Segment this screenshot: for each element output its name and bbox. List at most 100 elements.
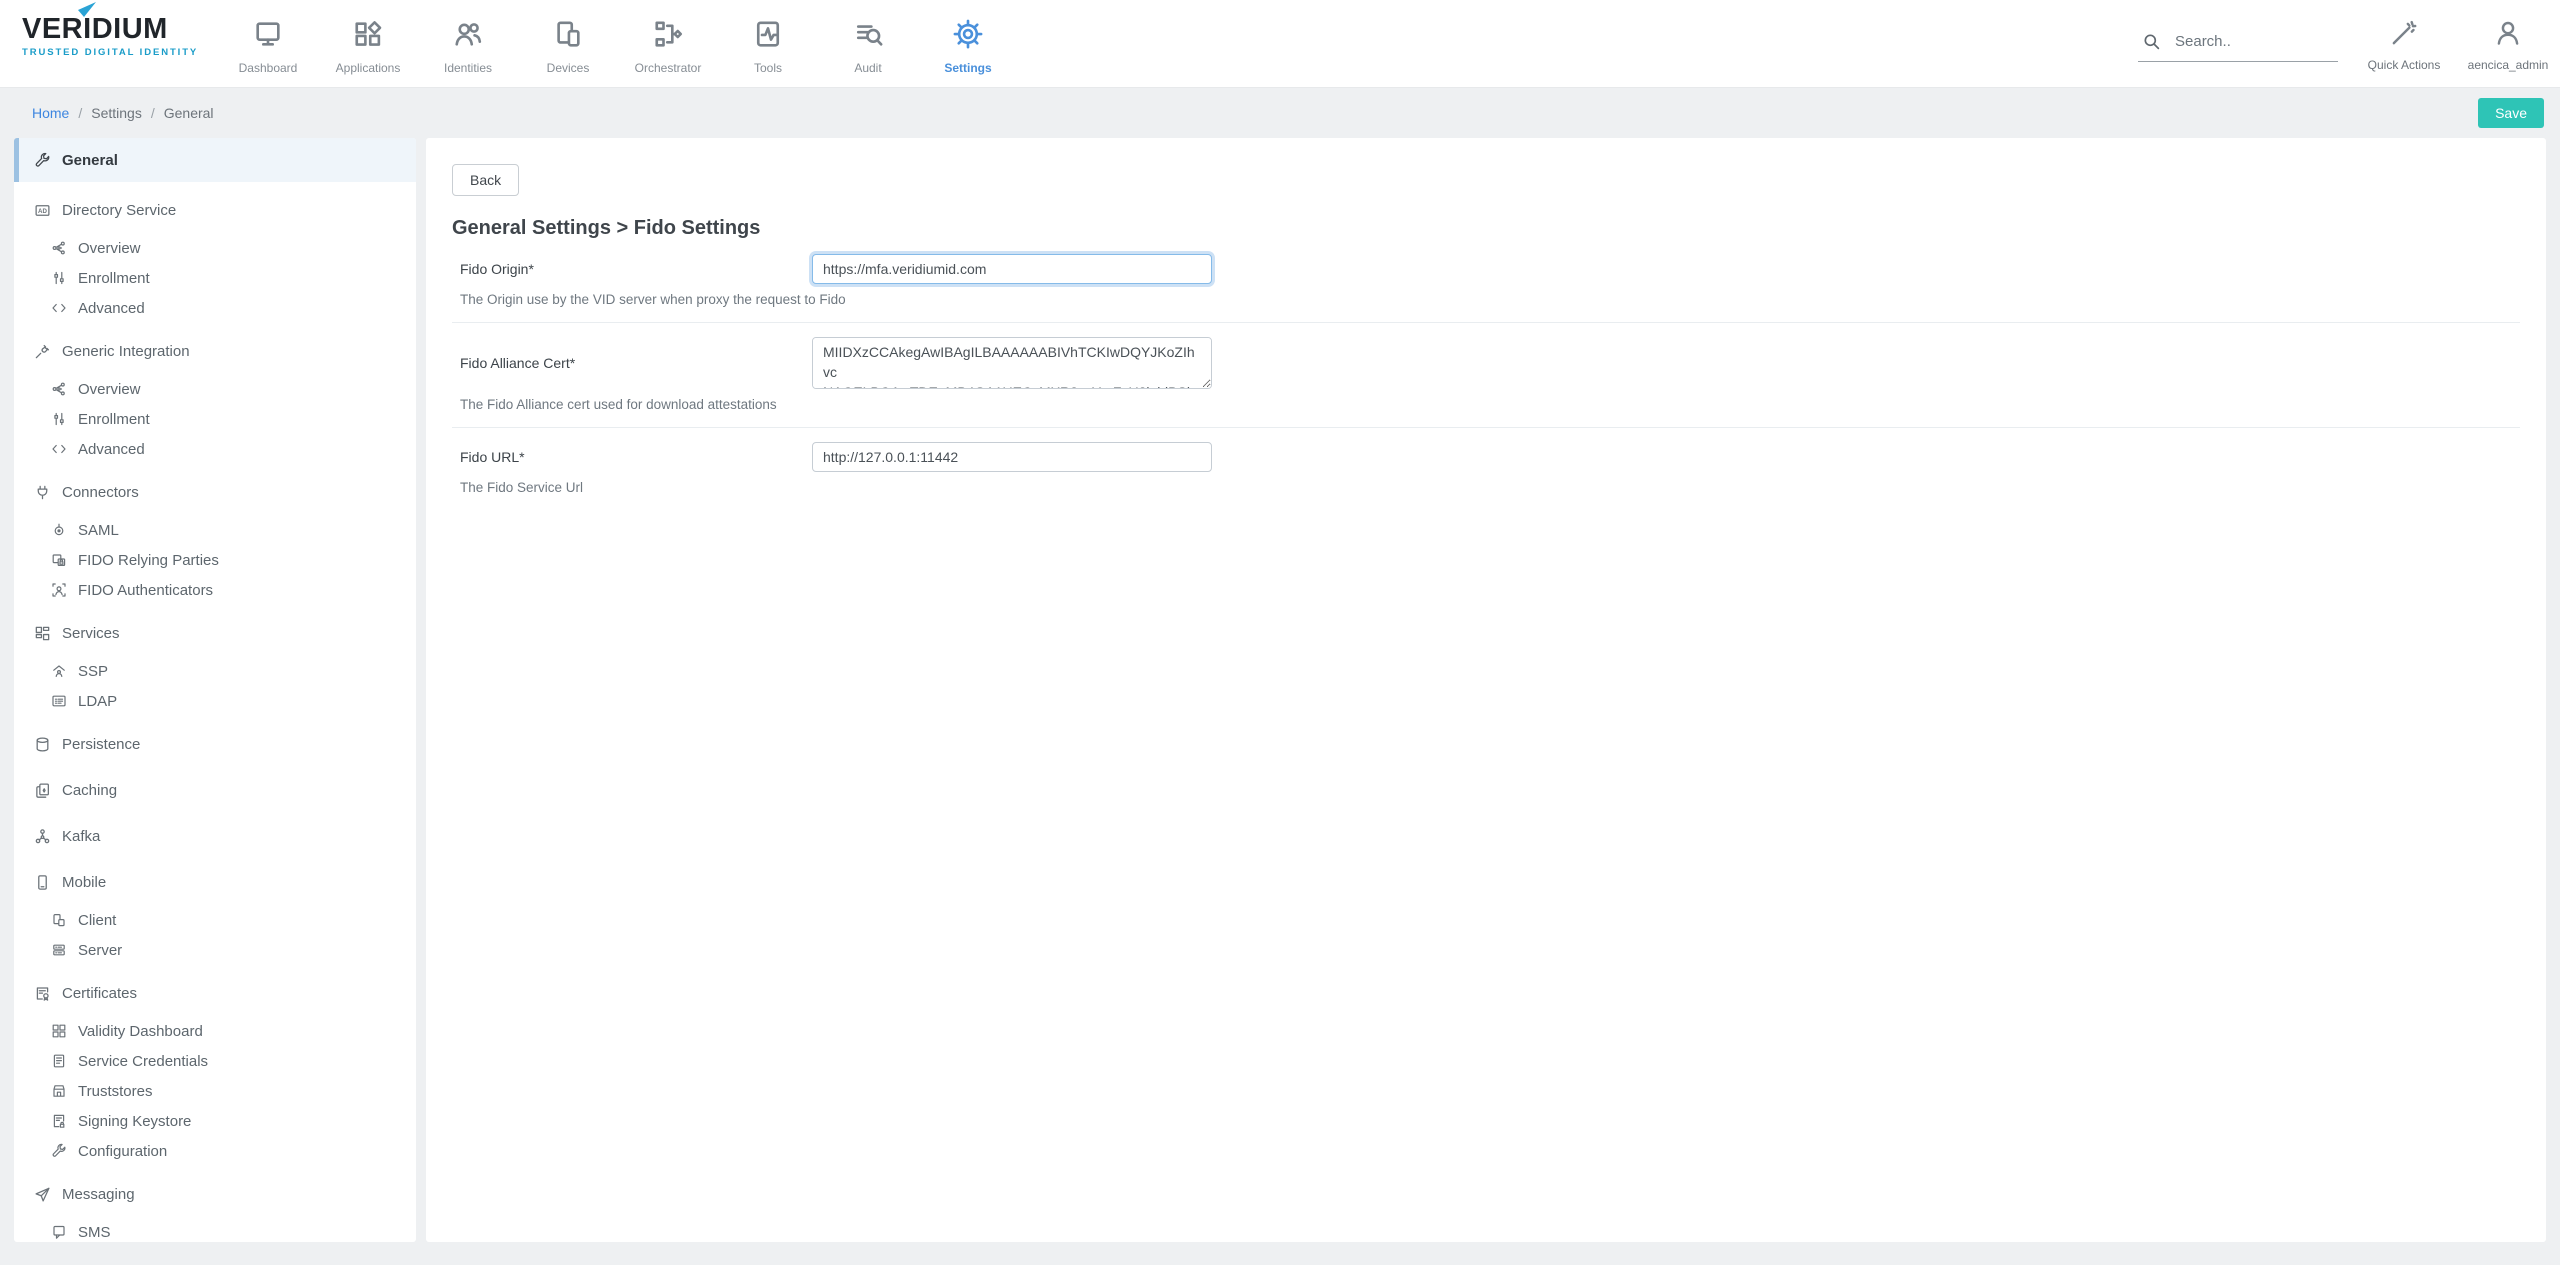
sidebar-item-certificates-service-credentials[interactable]: Service Credentials: [14, 1046, 416, 1076]
back-button[interactable]: Back: [452, 164, 519, 196]
sidebar-item-label: Server: [78, 942, 122, 959]
sidebar-subgroup: SAML FIDO Relying PartiesFIDO Authenticat…: [14, 515, 416, 605]
nav-item-settings[interactable]: Settings: [918, 0, 1018, 87]
ad-icon: AD: [34, 202, 51, 219]
sidebar-item-messaging[interactable]: Messaging: [14, 1176, 416, 1212]
sidebar-item-messaging-sms[interactable]: SMS: [14, 1217, 416, 1242]
nav-item-audit[interactable]: Audit: [818, 0, 918, 87]
sidebar-item-services-ssp[interactable]: SSP: [14, 656, 416, 686]
nav-item-label: Identities: [444, 61, 492, 75]
sidebar-item-label: Service Credentials: [78, 1053, 208, 1070]
sidebar-item-label: SMS: [78, 1224, 111, 1241]
veridium-logo[interactable]: VERIDIUM TRUSTED DIGITAL IDENTITY: [22, 14, 218, 87]
card-icon: [51, 693, 67, 709]
primary-nav: Dashboard Applications Identities Devices Or…: [218, 0, 1018, 87]
logo-tagline: TRUSTED DIGITAL IDENTITY: [22, 47, 218, 58]
user-menu[interactable]: aencica_admin: [2456, 0, 2560, 87]
plug-icon: [34, 484, 51, 501]
cert-icon: [34, 985, 51, 1002]
sidebar-item-connectors[interactable]: Connectors: [14, 474, 416, 510]
sidebar-item-persistence[interactable]: Persistence: [14, 726, 416, 762]
logo-check-icon: [76, 1, 98, 20]
sidebar-item-connectors-fido-authenticators[interactable]: FIDO Authenticators: [14, 575, 416, 605]
fido-auth-icon: [51, 582, 67, 598]
nav-item-label: Orchestrator: [635, 61, 702, 75]
sidebar-item-label: Truststores: [78, 1083, 152, 1100]
nav-item-identities[interactable]: Identities: [418, 0, 518, 87]
nav-item-orchestrator[interactable]: Orchestrator: [618, 0, 718, 87]
nav-item-label: Tools: [754, 61, 782, 75]
sidebar-item-certificates-configuration[interactable]: Configuration: [14, 1136, 416, 1166]
settings-sidebar: GeneralADDirectory ServiceOverviewEnroll…: [14, 138, 416, 1242]
saml-icon: [51, 522, 67, 538]
breadcrumb-item-home[interactable]: Home: [32, 105, 69, 121]
sidebar-item-label: Advanced: [78, 300, 145, 317]
sidebar-item-label: Services: [62, 625, 120, 642]
nav-item-devices[interactable]: Devices: [518, 0, 618, 87]
fido-origin-input[interactable]: [812, 254, 1212, 284]
sidebar-item-mobile[interactable]: Mobile: [14, 864, 416, 900]
sidebar-group: Mobile Client Server: [14, 864, 416, 965]
sidebar-item-services[interactable]: Services: [14, 615, 416, 651]
sidebar-group: Caching: [14, 772, 416, 808]
sidebar-item-directory-service-overview[interactable]: Overview: [14, 233, 416, 263]
field-help-fido-alliance-cert: The Fido Alliance cert used for download…: [460, 397, 2520, 412]
sidebar-group: General: [14, 138, 416, 182]
sidebar-item-generic-integration-overview[interactable]: Overview: [14, 374, 416, 404]
sidebar-item-connectors-saml[interactable]: SAML: [14, 515, 416, 545]
save-button[interactable]: Save: [2478, 98, 2544, 128]
sidebar-item-label: Overview: [78, 381, 141, 398]
sidebar-item-label: Certificates: [62, 985, 137, 1002]
fido-url-input[interactable]: [812, 442, 1212, 472]
quick-actions-button[interactable]: Quick Actions: [2352, 0, 2456, 87]
sidebar-item-mobile-client[interactable]: Client: [14, 905, 416, 935]
sidebar-group: AD Directory Service OverviewEnrollment Adv…: [14, 192, 416, 323]
nav-item-applications[interactable]: Applications: [318, 0, 418, 87]
field-group-fido-origin: Fido Origin*The Origin use by the VID se…: [452, 254, 2520, 307]
field-divider: [452, 322, 2520, 323]
sidebar-item-label: Validity Dashboard: [78, 1023, 203, 1040]
fido-settings-panel: Back General Settings > Fido Settings Fi…: [426, 138, 2546, 1242]
nav-item-label: Devices: [547, 61, 590, 75]
sidebar-group: Services SSPLDAP: [14, 615, 416, 716]
sidebar-item-certificates-validity-dashboard[interactable]: Validity Dashboard: [14, 1016, 416, 1046]
sidebar-item-label: Client: [78, 912, 116, 929]
username: aencica_admin: [2468, 58, 2549, 72]
fido-alliance-cert-input[interactable]: MIIDXzCCAkegAwIBAgILBAAAAAABIVhTCKIwDQYJ…: [812, 337, 1212, 389]
sidebar-group: Generic Integration Overview EnrollmentAdv…: [14, 333, 416, 464]
search-input[interactable]: [2175, 33, 2305, 50]
sidebar-item-label: SAML: [78, 522, 119, 539]
sidebar-item-certificates[interactable]: Certificates: [14, 975, 416, 1011]
sidebar-item-connectors-fido-relying-parties[interactable]: FIDO Relying Parties: [14, 545, 416, 575]
gear-icon: [953, 19, 983, 54]
sidebar-item-kafka[interactable]: Kafka: [14, 818, 416, 854]
breadcrumb-bar: Home/Settings/General Save: [0, 88, 2560, 138]
sidebar-item-generic-integration-advanced[interactable]: Advanced: [14, 434, 416, 464]
field-help-fido-origin: The Origin use by the VID server when pr…: [460, 292, 2520, 307]
sidebar-item-certificates-signing-keystore[interactable]: Signing Keystore: [14, 1106, 416, 1136]
sidebar-item-general[interactable]: General: [14, 138, 416, 182]
logo-wordmark: VERIDIUM: [22, 14, 218, 44]
sidebar-item-caching[interactable]: Caching: [14, 772, 416, 808]
sidebar-item-generic-integration-enrollment[interactable]: Enrollment: [14, 404, 416, 434]
nav-item-label: Audit: [854, 61, 881, 75]
sidebar-item-certificates-truststores[interactable]: Truststores: [14, 1076, 416, 1106]
nav-item-dashboard[interactable]: Dashboard: [218, 0, 318, 87]
sidebar-item-services-ldap[interactable]: LDAP: [14, 686, 416, 716]
nav-item-tools[interactable]: Tools: [718, 0, 818, 87]
sidebar-item-label: Directory Service: [62, 202, 176, 219]
plug-tilt-icon: [34, 343, 51, 360]
sliders-icon: [51, 270, 67, 286]
sidebar-item-generic-integration[interactable]: Generic Integration: [14, 333, 416, 369]
db-icon: [34, 736, 51, 753]
sidebar-item-mobile-server[interactable]: Server: [14, 935, 416, 965]
grid2-icon: [34, 625, 51, 642]
sidebar-item-directory-service-advanced[interactable]: Advanced: [14, 293, 416, 323]
sidebar-item-directory-service-enrollment[interactable]: Enrollment: [14, 263, 416, 293]
nav-item-label: Dashboard: [239, 61, 298, 75]
nodes-icon: [51, 381, 67, 397]
breadcrumb-item-general: General: [164, 105, 214, 121]
sidebar-item-directory-service[interactable]: AD Directory Service: [14, 192, 416, 228]
client-icon: [51, 912, 67, 928]
breadcrumb-separator: /: [151, 105, 155, 121]
